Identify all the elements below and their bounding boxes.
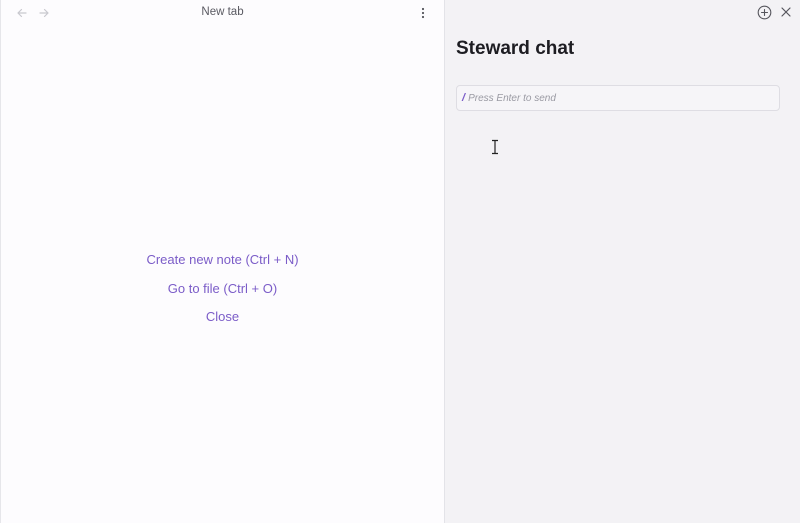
plus-circle-icon [757,5,771,19]
pane-header-icons [740,0,800,26]
text-cursor-icon [492,139,498,155]
chat-input-box[interactable]: / [456,85,780,111]
command-prefix: / [462,92,466,104]
editor-pane: New tab Create new note (Ctrl + N) Go to… [0,0,445,523]
close-icon [781,7,791,17]
close-tab-link[interactable]: Close [206,307,239,336]
chat-pane: Steward chat / [445,0,800,523]
new-chat-button[interactable] [756,4,772,20]
chat-title: Steward chat [456,38,575,59]
empty-state-actions: Create new note (Ctrl + N) Go to file (C… [1,250,444,336]
close-pane-button[interactable] [778,4,794,20]
go-to-file-link[interactable]: Go to file (Ctrl + O) [168,279,277,308]
tab-title: New tab [201,6,244,18]
more-options-button[interactable] [417,5,429,21]
create-new-note-link[interactable]: Create new note (Ctrl + N) [146,250,298,279]
chat-input[interactable] [468,92,779,104]
tab-header: New tab [1,0,444,26]
more-vertical-icon [421,7,425,19]
